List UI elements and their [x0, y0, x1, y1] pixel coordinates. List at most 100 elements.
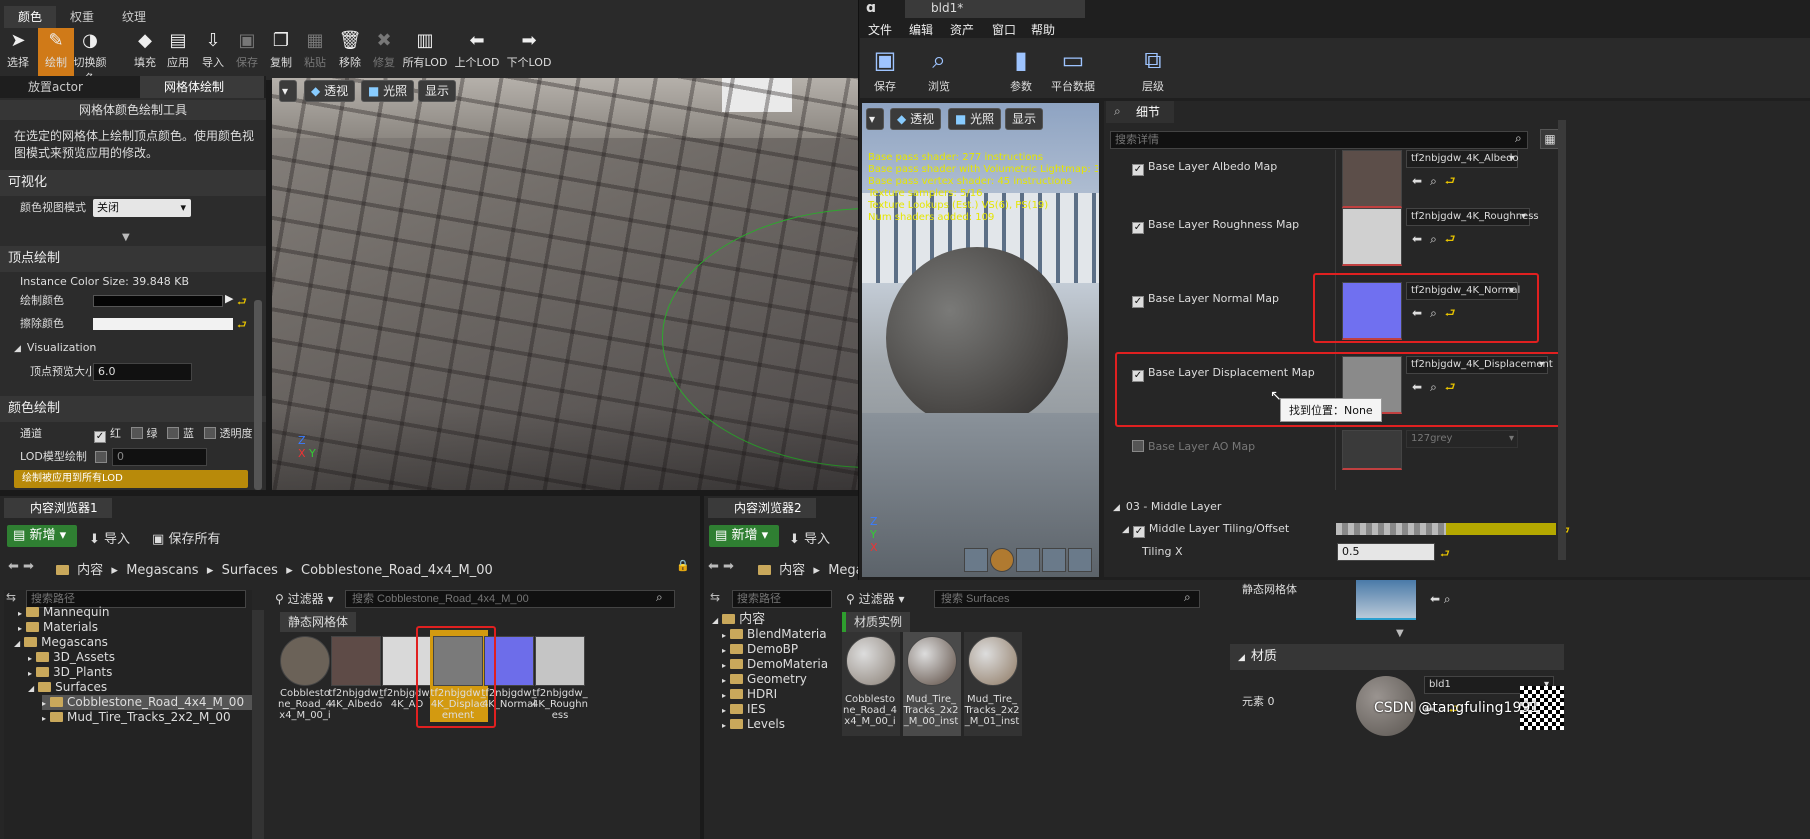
property-checkbox[interactable]: ✓ [1132, 296, 1144, 308]
tree-folder-item[interactable]: ▸ BlendMateria [722, 627, 827, 642]
toolbar-import-button[interactable]: ⇩ 导入 [195, 28, 231, 78]
menu-item[interactable]: 文件 [868, 21, 892, 38]
search-icon[interactable]: ⌕ [1184, 590, 1191, 605]
toolbar-trash-button[interactable]: 🗑 移除 [332, 28, 368, 78]
channel-alpha-checkbox[interactable] [203, 427, 216, 439]
tree-toggle-icon[interactable]: ⇆ [710, 590, 720, 604]
breadcrumb-item[interactable]: 内容 [779, 563, 805, 578]
channel-blue-checkbox[interactable] [167, 427, 179, 439]
tree-toggle-icon[interactable]: ⇆ [6, 590, 16, 604]
breadcrumb-item[interactable]: 内容 [77, 563, 103, 578]
toolbar-save-button[interactable]: ▣ 保存 [229, 28, 265, 78]
visualization-group[interactable]: ◢ Visualization [14, 336, 96, 360]
tab-texture[interactable]: 纹理 [108, 6, 160, 28]
expand-arrow-icon[interactable]: ▸ [28, 654, 32, 663]
material-section[interactable]: ◢ 材质 [1230, 644, 1564, 670]
expand-arrow-icon[interactable]: ▸ [42, 699, 46, 708]
breadcrumb-item[interactable]: Surfaces [222, 563, 278, 578]
toolbar-cursor-button[interactable]: ➤ 选择 [0, 28, 36, 78]
texture-select[interactable]: tf2nbjgdw_4K_Roughness ▾ [1406, 208, 1539, 226]
texture-thumbnail[interactable] [1342, 430, 1402, 470]
lod-paint-checkbox[interactable] [95, 451, 107, 463]
preview-perspective-button[interactable]: ◆ 透视 [890, 108, 942, 130]
toolbar-copy-button[interactable]: ❐ 复制 [263, 28, 299, 78]
level-viewport[interactable]: ZX Y [272, 78, 858, 490]
material-toolbar-save-button[interactable]: ▣ 保存 [862, 42, 908, 93]
toolbar-apply-button[interactable]: ▤ 应用 [160, 28, 196, 78]
asset-thumbnail[interactable] [331, 636, 381, 686]
breadcrumb-item[interactable]: Megascans [126, 563, 198, 578]
toolbar-swap-color-button[interactable]: ◑切换颜色 [72, 28, 108, 85]
erase-color-swatch[interactable] [93, 318, 233, 330]
collapse-icon[interactable]: ◢ [1122, 525, 1129, 535]
reset-icon[interactable]: ⮐ [1445, 174, 1456, 188]
color-paint-section[interactable]: 颜色绘制 [0, 396, 266, 422]
expand-arrow-icon[interactable]: ▼ [1396, 628, 1404, 639]
tree-folder-item[interactable]: ▸ Geometry [722, 672, 807, 687]
expand-arrow-icon[interactable]: ▸ [28, 669, 32, 678]
tree-folder-item[interactable]: ▸ Levels [722, 717, 785, 732]
reset-icon[interactable]: ⮐ [237, 316, 247, 335]
panel-scrollbar[interactable] [254, 300, 262, 490]
tab-content-browser-1[interactable]: 内容浏览器1 [4, 498, 112, 518]
tree-folder-item[interactable]: ▸ 3D_Assets [28, 650, 115, 665]
arrow-icon[interactable]: ▶ [225, 292, 233, 305]
vertex-paint-section[interactable]: 顶点绘制 [0, 246, 266, 272]
vertex-preview-size-input[interactable]: 6.0 [93, 363, 192, 381]
cb1-save-all-button[interactable]: ▣ 保存所有 [152, 528, 220, 547]
preview-menu-button[interactable]: ▾ [866, 108, 884, 130]
expand-arrow-icon[interactable]: ▸ [722, 721, 726, 730]
view-options-icon[interactable]: ▦ [1540, 129, 1560, 149]
cylinder-icon[interactable] [964, 548, 988, 572]
expand-arrow-icon[interactable]: ▸ [722, 631, 726, 640]
expand-arrow-icon[interactable]: ◢ [712, 616, 718, 625]
teapot-icon[interactable] [1068, 548, 1092, 572]
tree-folder-item[interactable]: ▸ IES [722, 702, 766, 717]
expand-arrow-icon[interactable]: ▸ [722, 661, 726, 670]
details-search-input[interactable] [1110, 131, 1528, 149]
property-checkbox[interactable]: ✓ [1132, 164, 1144, 176]
cb2-asset-search-input[interactable] [934, 590, 1200, 608]
cb2-new-button[interactable]: ▤ 新增 ▾ [709, 525, 779, 547]
cb1-import-button[interactable]: ⬇ 导入 [89, 528, 130, 547]
tree-folder-item[interactable]: ◢ Surfaces [28, 680, 107, 695]
toolbar-fill-button[interactable]: ◆ 填充 [127, 28, 163, 78]
tiling-color-bar[interactable] [1446, 523, 1556, 535]
tab-mesh-paint[interactable]: 网格体绘制 [140, 76, 264, 98]
expand-arrow-icon[interactable]: ▸ [722, 691, 726, 700]
material-toolbar-platform-button[interactable]: ▭ 平台数据 [1050, 42, 1096, 93]
middle-tiling-checkbox[interactable]: ✓ [1132, 526, 1145, 538]
visualize-section[interactable]: 可视化 [0, 170, 266, 196]
breadcrumb-item[interactable]: Cobblestone_Road_4x4_M_00 [301, 563, 493, 578]
material-toolbar-params-button[interactable]: ▮ 参数 [998, 42, 1044, 93]
middle-layer-group[interactable]: ◢ 03 - Middle Layer [1113, 495, 1221, 519]
tree-folder-item[interactable]: ▸ 3D_Plants [28, 665, 112, 680]
channel-green-checkbox[interactable] [130, 427, 143, 439]
cb2-import-button[interactable]: ⬇ 导入 [789, 528, 830, 547]
cube-icon[interactable] [1042, 548, 1066, 572]
expand-arrow-icon[interactable]: ▸ [18, 609, 22, 618]
plane-icon[interactable] [1016, 548, 1040, 572]
details-scrollbar[interactable] [1558, 120, 1566, 560]
nav-back-forward[interactable]: ⬅ ➡ [8, 559, 34, 574]
tab-place-actor[interactable]: 放置actor [4, 76, 97, 98]
expand-arrow-icon[interactable]: ◢ [14, 639, 20, 648]
texture-select[interactable]: 127grey ▾ [1406, 430, 1518, 448]
tree-folder-item[interactable]: ▸ Mud_Tire_Tracks_2x2_M_00 [42, 710, 231, 725]
reset-icon[interactable]: ⮐ [1445, 232, 1456, 246]
search-icon[interactable]: ⌕ [656, 590, 663, 605]
tree-folder-item[interactable]: ▸ Cobblestone_Road_4x4_M_00 [42, 695, 252, 710]
tree-folder-item[interactable]: ▸ Materials [18, 620, 98, 635]
color-view-mode-select[interactable]: 关闭 ▾ [93, 199, 191, 217]
use-selected-icon[interactable]: ⬅ [1412, 232, 1422, 246]
tab-weight[interactable]: 权重 [56, 6, 108, 28]
expand-arrow-icon[interactable]: ▼ [122, 232, 130, 243]
tab-content-browser-2[interactable]: 内容浏览器2 [708, 498, 816, 518]
toolbar-arrow-left-button[interactable]: ⬅ 上个LOD [452, 28, 502, 78]
toolbar-brush-button[interactable]: ✎ 绘制 [38, 28, 74, 78]
tab-color[interactable]: 颜色 [4, 6, 57, 28]
material-editor-tab[interactable]: bld1* [905, 0, 1085, 18]
search-icon[interactable]: ⌕ [1515, 131, 1522, 146]
tree-folder-item[interactable]: ▸ DemoMateria [722, 657, 828, 672]
menu-item[interactable]: 窗口 [992, 21, 1016, 38]
